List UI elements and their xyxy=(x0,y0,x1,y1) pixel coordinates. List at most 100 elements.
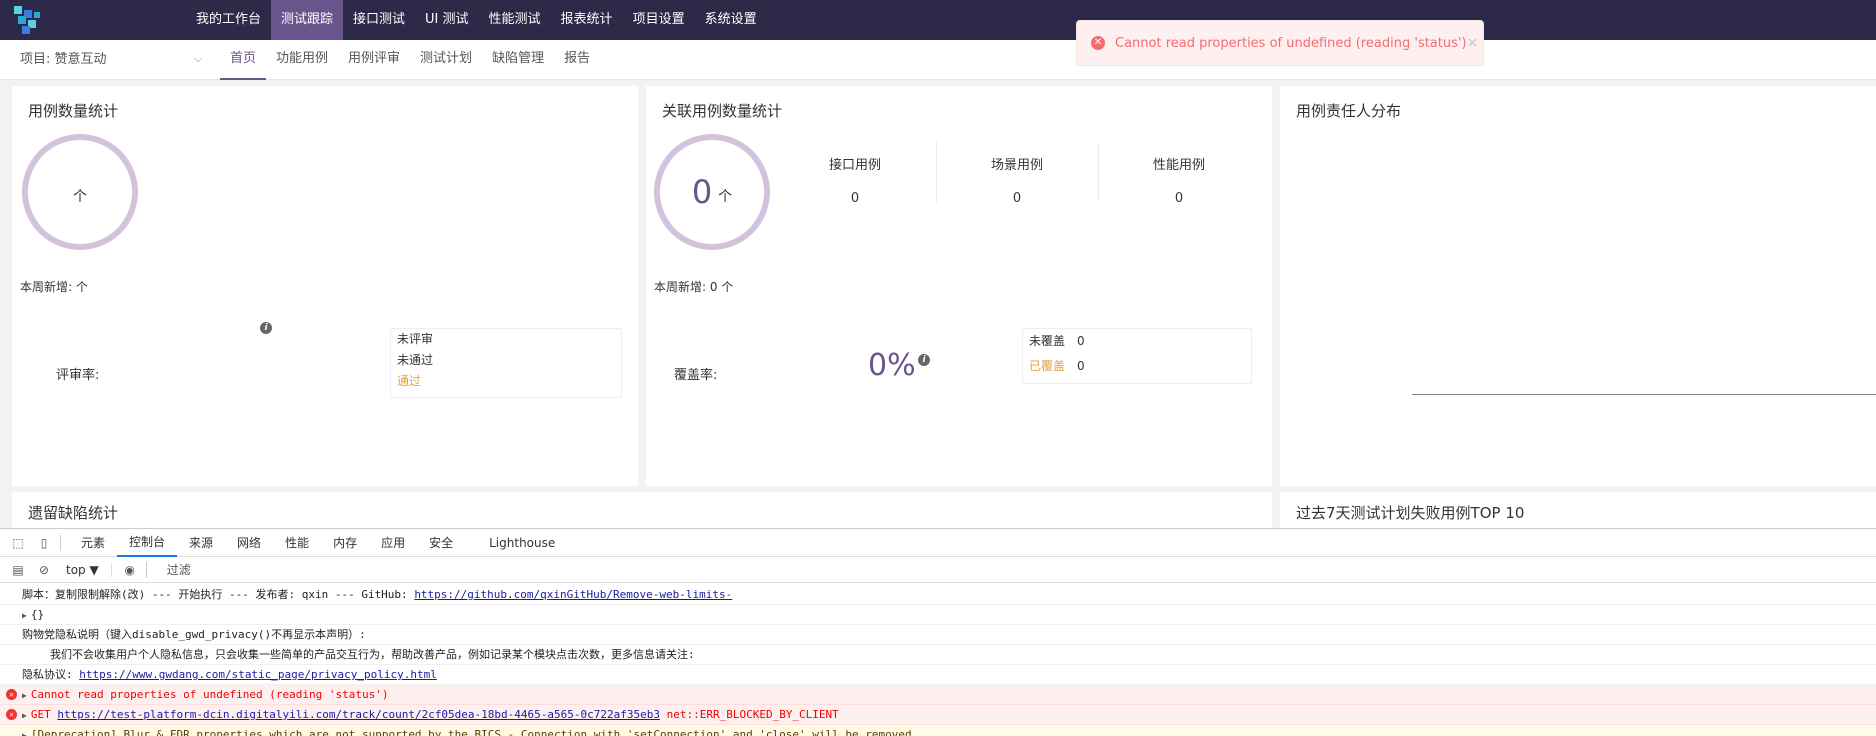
divider xyxy=(60,534,61,551)
stat-scenario-label: 场景用例 xyxy=(990,158,1043,173)
info-icon[interactable]: i xyxy=(918,354,930,366)
case-count-unit: 个 xyxy=(73,189,87,205)
log-line-warning[interactable]: ▶ [Deprecation] Blur & FDR properties whi… xyxy=(0,725,1876,736)
status-not-reviewed: 未评审 xyxy=(397,332,434,346)
coverage-rate-label: 覆盖率: xyxy=(674,368,718,383)
owner-distribution-title: 用例责任人分布 xyxy=(1296,102,1402,120)
log-link[interactable]: https://test-platform-dcin.digitalyili.c… xyxy=(57,708,660,721)
log-link[interactable]: https://www.gwdang.com/static_page/priva… xyxy=(79,668,437,681)
expand-triangle-icon[interactable]: ▶ xyxy=(22,711,27,720)
devtools-tab-performance[interactable]: 性能 xyxy=(273,530,321,556)
nav-project-settings[interactable]: 项目设置 xyxy=(623,0,695,40)
log-text: Cannot read properties of undefined (rea… xyxy=(30,688,389,701)
devtools-tabs: ⬚ ▯ 元素 控制台 来源 网络 性能 内存 应用 安全 Lighthouse xyxy=(0,529,1876,557)
error-icon: ✕ xyxy=(6,709,17,720)
log-line[interactable]: ▶{} xyxy=(0,605,1876,625)
stat-col-api: 接口用例 0 xyxy=(774,146,936,206)
log-text: {} xyxy=(30,608,45,621)
stat-scenario-value: 0 xyxy=(1012,191,1022,206)
console-log: 脚本：复制限制解除(改) --- 开始执行 --- 发布者: qxin --- … xyxy=(0,585,1876,736)
related-count-value: 0 xyxy=(691,173,713,211)
console-filter-input[interactable]: 过滤 xyxy=(167,561,191,578)
devtools-tab-console[interactable]: 控制台 xyxy=(117,529,178,557)
stat-performance-value: 0 xyxy=(1174,191,1184,206)
fail-top10-title: 过去7天测试计划失败用例TOP 10 xyxy=(1296,504,1525,522)
tab-home[interactable]: 首页 xyxy=(220,40,267,80)
related-count-card: 关联用例数量统计 0 个 接口用例 0 场景用例 0 性能用例 0 本周新增: … xyxy=(646,86,1272,486)
app-logo-icon[interactable] xyxy=(12,4,44,36)
log-line: 我们不会收集用户个人隐私信息，只会收集一些简单的产品交互行为，帮助改善产品，例如… xyxy=(0,645,1876,665)
nav-report-stats[interactable]: 报表统计 xyxy=(551,0,623,40)
nav-performance-test[interactable]: 性能测试 xyxy=(479,0,551,40)
tab-defect-management[interactable]: 缺陷管理 xyxy=(482,40,554,80)
devtools-tab-network[interactable]: 网络 xyxy=(225,530,273,556)
devtools-tab-application[interactable]: 应用 xyxy=(369,530,417,556)
review-rate-label: 评审率: xyxy=(56,368,100,383)
devtools-tab-elements[interactable]: 元素 xyxy=(69,530,117,556)
coverage-status-box: 未覆盖 0 已覆盖 0 xyxy=(1022,328,1252,384)
devtools-tab-sources[interactable]: 来源 xyxy=(177,530,225,556)
covered-label: 已覆盖 xyxy=(1029,359,1066,373)
devtools-panel: ⬚ ▯ 元素 控制台 来源 网络 性能 内存 应用 安全 Lighthouse … xyxy=(0,528,1876,736)
eye-icon[interactable]: ◉ xyxy=(122,562,138,578)
error-icon: ✕ xyxy=(6,689,17,700)
info-icon[interactable]: i xyxy=(260,322,272,334)
log-text: net::ERR_BLOCKED_BY_CLIENT xyxy=(659,708,839,721)
log-line: 购物党隐私说明（键入disable_gwd_privacy()不再显示本声明）: xyxy=(0,625,1876,645)
nav-api-test[interactable]: 接口测试 xyxy=(343,0,415,40)
chart-axis-line xyxy=(1412,394,1876,395)
chevron-down-icon: ⌵ xyxy=(194,54,202,65)
log-line-error[interactable]: ✕ ▶ Cannot read properties of undefined (r… xyxy=(0,685,1876,705)
related-count-title: 关联用例数量统计 xyxy=(662,102,783,120)
log-text: [Deprecation] Blur & FDR properties whic… xyxy=(30,728,912,736)
owner-distribution-card: 用例责任人分布 xyxy=(1280,86,1876,486)
tab-functional-cases[interactable]: 功能用例 xyxy=(266,40,338,80)
fail-top10-card: 过去7天测试计划失败用例TOP 10 xyxy=(1280,492,1876,528)
status-covered: 已覆盖 0 xyxy=(1023,354,1251,379)
divider xyxy=(145,561,147,578)
status-passed: 通过 xyxy=(397,374,422,388)
nav-ui-test[interactable]: UI 测试 xyxy=(415,0,478,40)
tab-case-review[interactable]: 用例评审 xyxy=(338,40,410,80)
log-text: 隐私协议: xyxy=(22,668,80,681)
legacy-defects-card: 遗留缺陷统计 xyxy=(12,492,1272,528)
expand-triangle-icon[interactable]: ▶ xyxy=(22,731,27,736)
legacy-defects-title: 遗留缺陷统计 xyxy=(28,504,119,522)
uncovered-value: 0 xyxy=(1077,334,1085,348)
console-toolbar: ▤ ⊘ top ▼ ◉ 过滤 xyxy=(0,557,1876,583)
log-text: 脚本：复制限制解除(改) --- 开始执行 --- 发布者: qxin --- … xyxy=(22,588,415,601)
stat-api-value: 0 xyxy=(850,191,860,206)
sub-header: 项目: 赞意互动 ⌵ 首页 功能用例 用例评审 测试计划 缺陷管理 报告 xyxy=(0,40,1876,80)
devtools-tab-lighthouse[interactable]: Lighthouse xyxy=(477,530,567,556)
expand-triangle-icon[interactable]: ▶ xyxy=(22,691,27,700)
status-uncovered: 未覆盖 0 xyxy=(1023,329,1251,354)
log-text: GET xyxy=(30,708,58,721)
sidebar-toggle-icon[interactable]: ▤ xyxy=(10,562,26,578)
nav-system-settings[interactable]: 系统设置 xyxy=(695,0,767,40)
nav-workbench[interactable]: 我的工作台 xyxy=(186,0,271,40)
close-icon[interactable]: × xyxy=(1467,35,1479,51)
stat-api-label: 接口用例 xyxy=(828,158,881,173)
device-toggle-icon[interactable]: ▯ xyxy=(36,535,52,551)
stat-col-performance: 性能用例 0 xyxy=(1098,146,1260,206)
related-count-ring: 0 个 xyxy=(654,134,770,250)
error-icon: ✕ xyxy=(1091,36,1105,50)
status-not-passed: 未通过 xyxy=(397,353,434,367)
inspect-icon[interactable]: ⬚ xyxy=(10,535,26,551)
devtools-tab-memory[interactable]: 内存 xyxy=(321,530,369,556)
log-link[interactable]: https://github.com/qxinGitHub/Remove-web… xyxy=(414,588,732,601)
tab-test-plan[interactable]: 测试计划 xyxy=(410,40,482,80)
covered-value: 0 xyxy=(1077,359,1085,373)
tab-report[interactable]: 报告 xyxy=(554,40,600,80)
case-count-card: 用例数量统计 个 本周新增: 个 评审率: i 未评审 未通过 通过 xyxy=(12,86,638,486)
log-line: 隐私协议: https://www.gwdang.com/static_page… xyxy=(0,665,1876,685)
log-line: 脚本：复制限制解除(改) --- 开始执行 --- 发布者: qxin --- … xyxy=(0,585,1876,605)
nav-test-track[interactable]: 测试跟踪 xyxy=(271,0,344,40)
project-select[interactable]: 项目: 赞意互动 ⌵ xyxy=(20,40,202,80)
clear-console-icon[interactable]: ⊘ xyxy=(36,562,52,578)
uncovered-label: 未覆盖 xyxy=(1029,334,1066,348)
log-line-error[interactable]: ✕ ▶ GET https://test-platform-dcin.digital… xyxy=(0,705,1876,725)
context-select[interactable]: top ▼ xyxy=(66,562,112,577)
devtools-tab-security[interactable]: 安全 xyxy=(417,530,465,556)
expand-triangle-icon[interactable]: ▶ xyxy=(22,611,27,620)
